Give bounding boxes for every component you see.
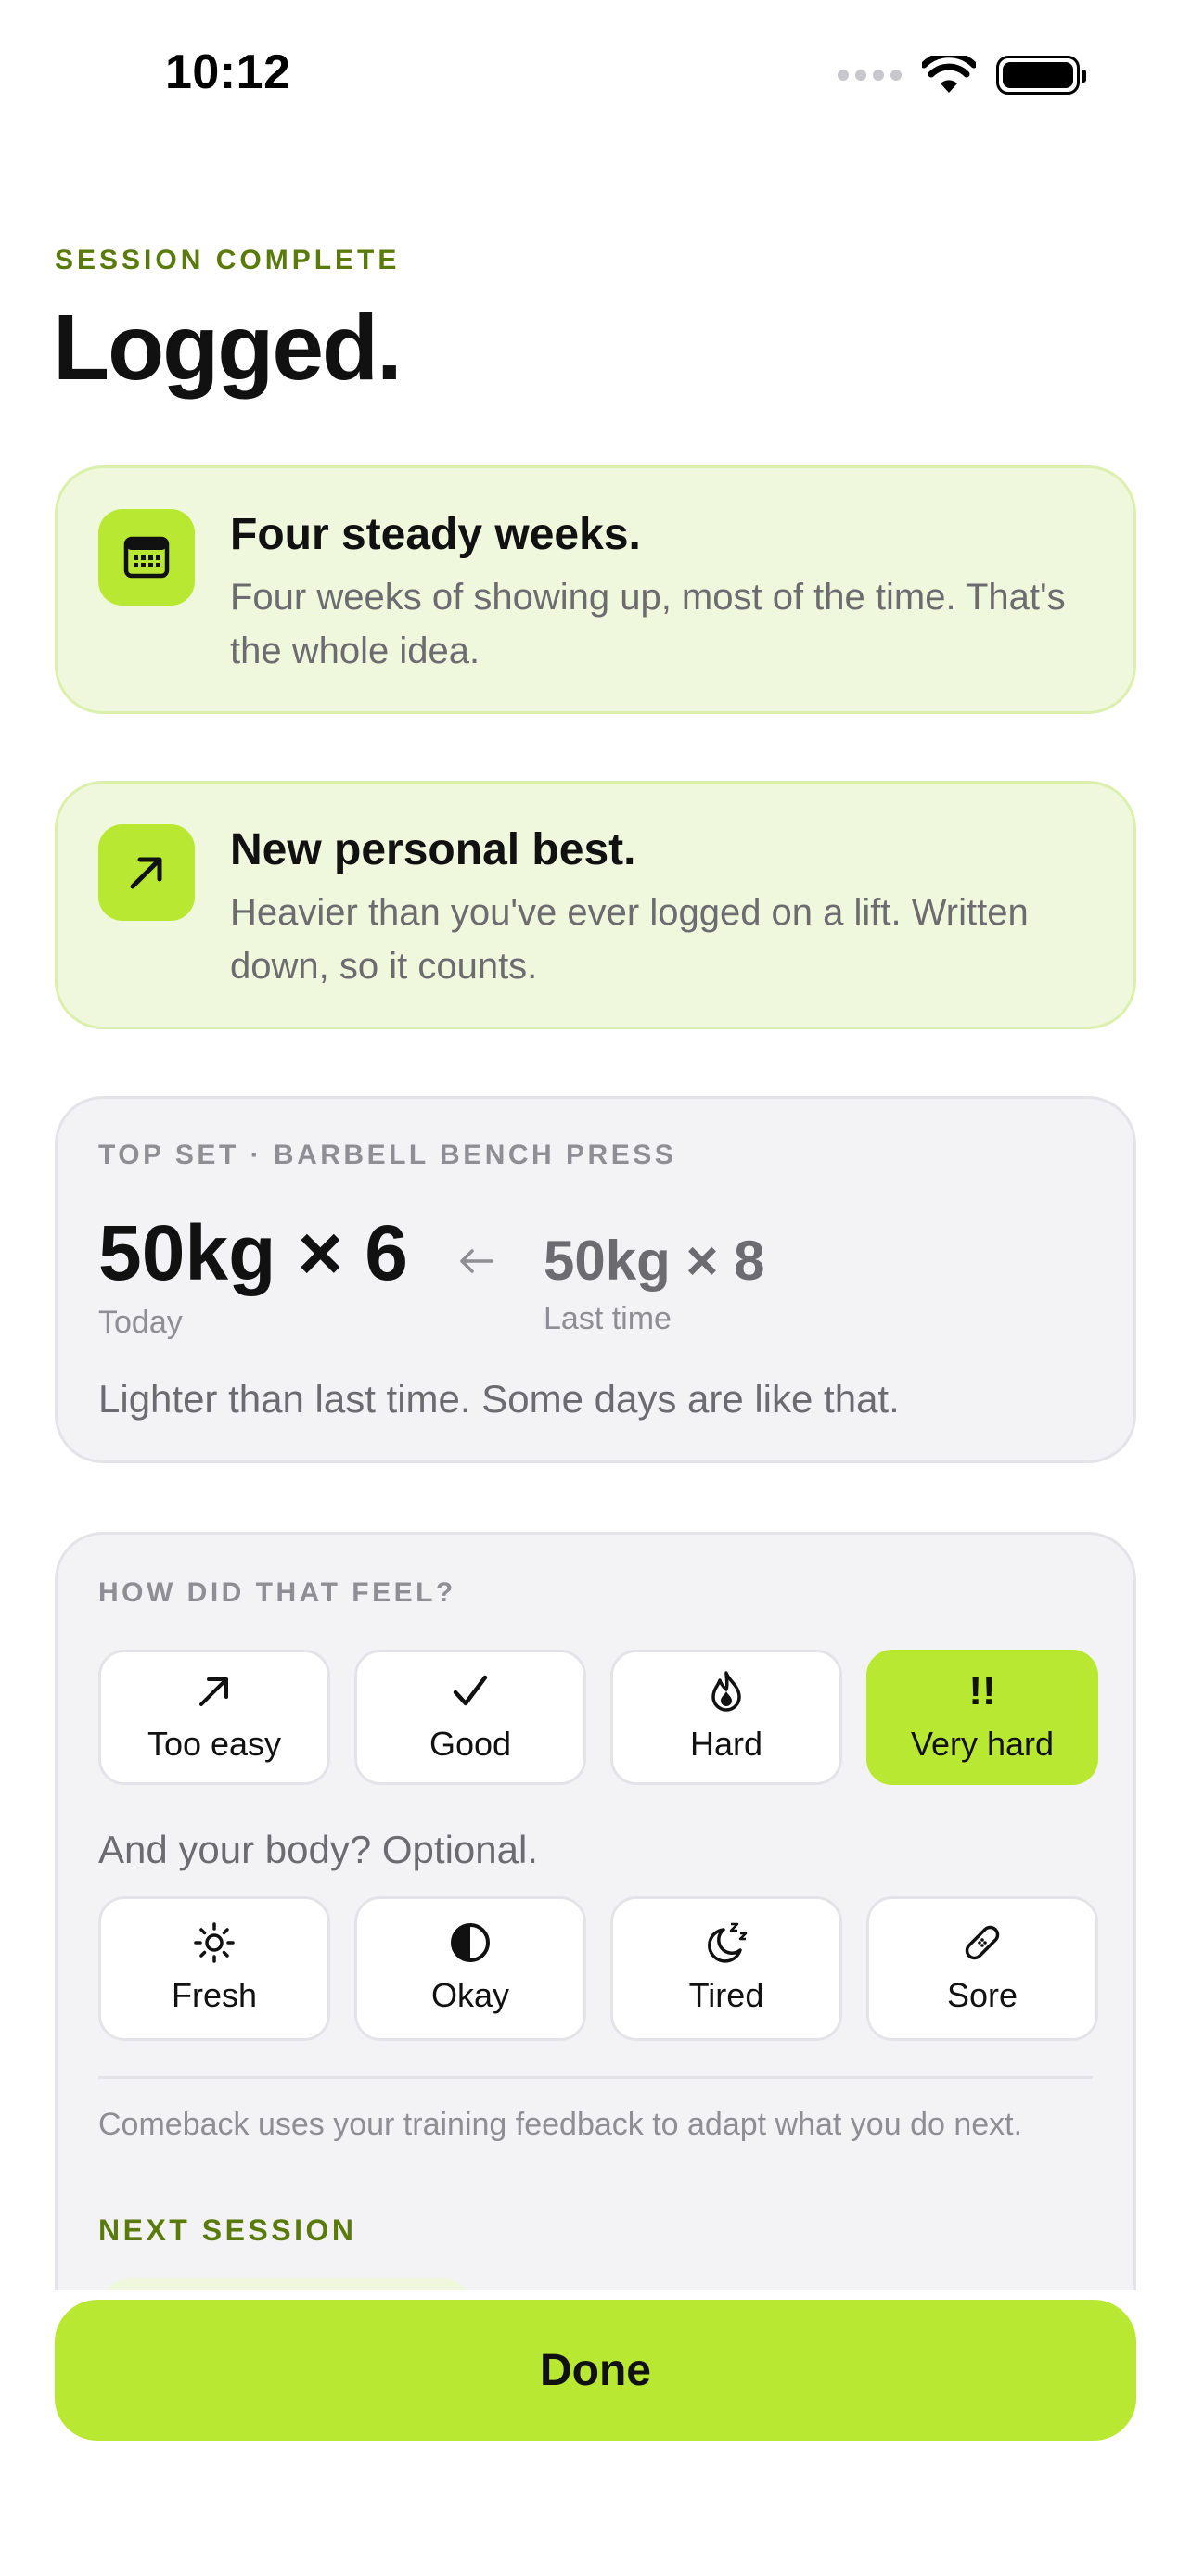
achievement-title: Four steady weeks.: [230, 510, 641, 559]
body-options: Fresh Okay Tired Sore: [98, 1896, 1098, 2041]
option-label: Tired: [688, 1976, 764, 2014]
session-eyebrow: SESSION COMPLETE: [55, 245, 401, 275]
feedback-card: HOW DID THAT FEEL? Too easy Good Hard !!…: [55, 1532, 1136, 2366]
double-exclamation-icon: !!: [968, 1668, 996, 1714]
half-circle-icon: [449, 1922, 492, 1963]
wifi-icon: [922, 56, 976, 93]
done-button[interactable]: Done: [55, 2300, 1136, 2441]
check-icon: [450, 1671, 491, 1712]
page-title: Logged.: [53, 296, 403, 400]
option-label: Good: [429, 1725, 512, 1763]
status-bar: 10:12: [0, 0, 1191, 148]
achievement-card-personal-best: New personal best. Heavier than you've e…: [55, 781, 1136, 1029]
today-caption: Today: [98, 1305, 183, 1340]
next-session-label: NEXT SESSION: [98, 2213, 357, 2247]
effort-option-good[interactable]: Good: [354, 1650, 586, 1785]
sun-icon: [193, 1922, 236, 1963]
body-option-sore[interactable]: Sore: [866, 1896, 1098, 2041]
arrow-left-icon: [460, 1249, 493, 1273]
body-question: And your body? Optional.: [98, 1828, 538, 1871]
achievement-body: Heavier than you've ever logged on a lif…: [230, 892, 1029, 987]
body-option-okay[interactable]: Okay: [354, 1896, 586, 2041]
battery-icon: [996, 56, 1086, 95]
today-top-set-value: 50kg × 6: [98, 1209, 408, 1296]
cellular-signal-icon: [838, 70, 902, 81]
status-time: 10:12: [165, 45, 291, 99]
option-label: Fresh: [171, 1976, 258, 2014]
moon-zzz-icon: [703, 1922, 749, 1963]
feedback-label: HOW DID THAT FEEL?: [98, 1577, 456, 1608]
feedback-explanation: Comeback uses your training feedback to …: [98, 2107, 1023, 2142]
divider: [98, 2076, 1093, 2079]
achievement-title: New personal best.: [230, 825, 636, 874]
arrow-up-right-icon: [194, 1671, 235, 1712]
last-top-set-value: 50kg × 8: [544, 1230, 765, 1292]
effort-option-too-easy[interactable]: Too easy: [98, 1650, 330, 1785]
effort-options: Too easy Good Hard !! Very hard: [98, 1650, 1098, 1785]
last-time-caption: Last time: [544, 1301, 672, 1336]
achievement-body: Four weeks of showing up, most of the ti…: [230, 577, 1066, 671]
body-option-fresh[interactable]: Fresh: [98, 1896, 330, 2041]
top-set-note: Lighter than last time. Some days are li…: [98, 1377, 900, 1421]
status-icons: [838, 56, 1086, 95]
calendar-icon: [98, 509, 195, 606]
bandage-icon: [960, 1922, 1005, 1963]
option-label: Very hard: [910, 1725, 1055, 1763]
achievement-card-streak: Four steady weeks. Four weeks of showing…: [55, 465, 1136, 714]
option-label: Okay: [430, 1976, 510, 2014]
arrow-up-right-icon: [98, 824, 195, 921]
option-label: Sore: [946, 1976, 1018, 2014]
flame-icon: [706, 1671, 747, 1712]
effort-option-very-hard[interactable]: !! Very hard: [866, 1650, 1098, 1785]
top-set-card: TOP SET · BARBELL BENCH PRESS 50kg × 6 T…: [55, 1096, 1136, 1463]
effort-option-hard[interactable]: Hard: [610, 1650, 842, 1785]
top-set-label: TOP SET · BARBELL BENCH PRESS: [98, 1140, 677, 1170]
option-label: Hard: [689, 1725, 763, 1763]
option-label: Too easy: [147, 1725, 282, 1763]
body-option-tired[interactable]: Tired: [610, 1896, 842, 2041]
